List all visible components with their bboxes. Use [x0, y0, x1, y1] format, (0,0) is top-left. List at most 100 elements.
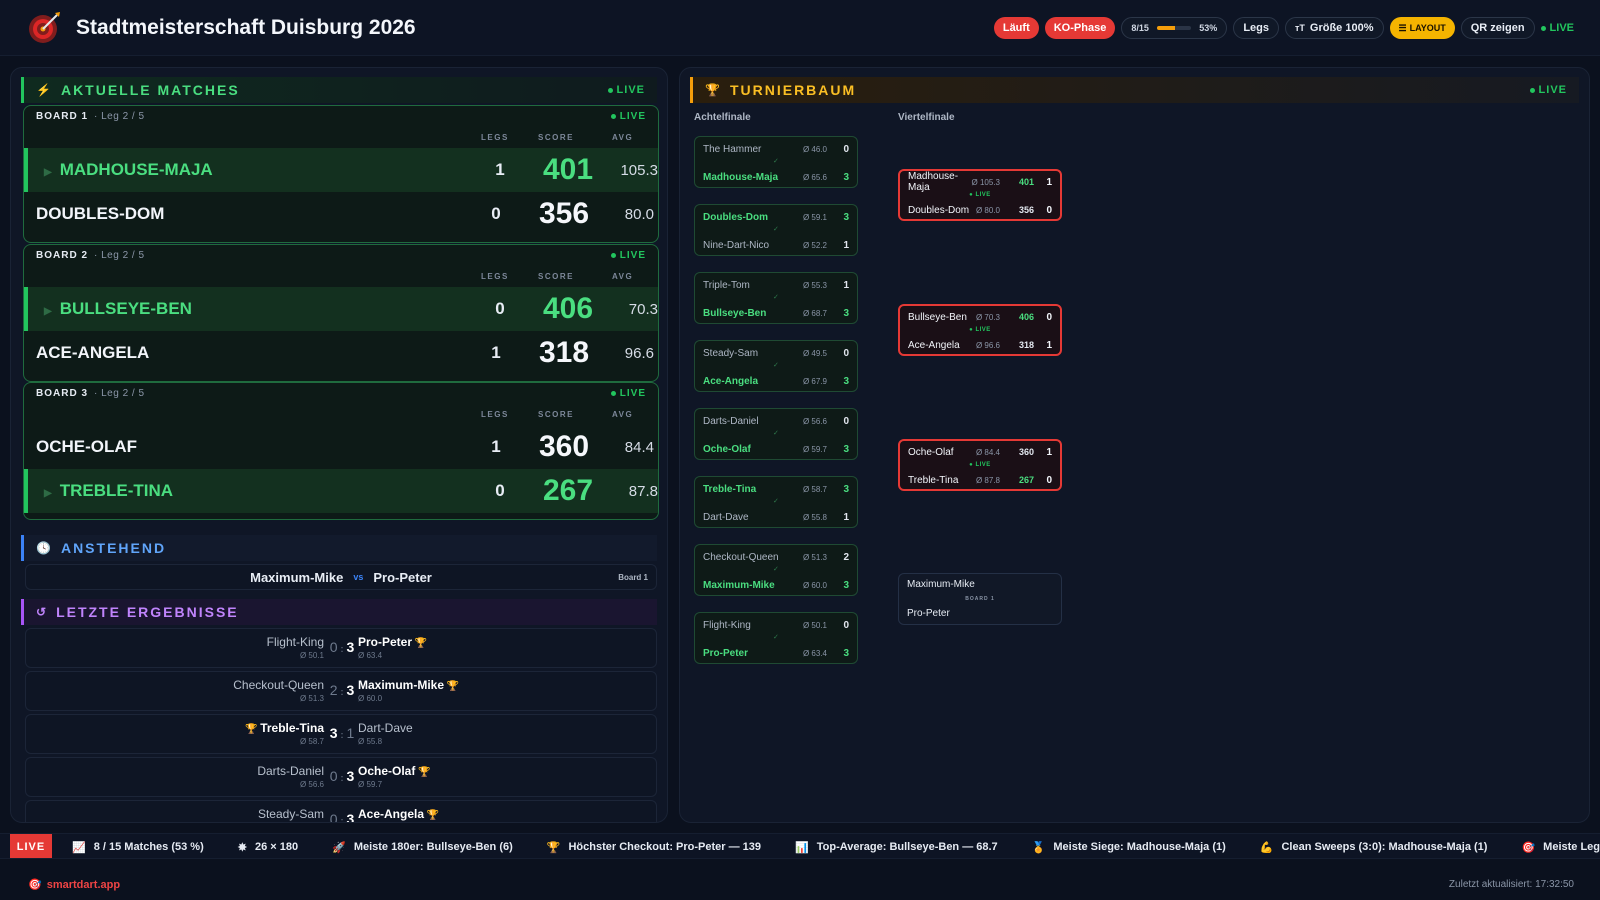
result-row[interactable]: Steady-SamØ 49.50:3Ace-Angela 🏆Ø 67.9: [25, 800, 657, 823]
player-name: DOUBLES-DOM: [36, 204, 164, 224]
results-title: LETZTE ERGEBNISSE: [56, 604, 239, 620]
bracket-match-r16[interactable]: The Hammer Ø 46.0 0 Madhouse-Maja Ø 65.6 3 ✓: [694, 136, 858, 188]
player-name: ▶ TREBLE-TINA: [44, 481, 173, 501]
ticker-text: 8 / 15 Matches (53 %): [93, 841, 204, 853]
bracket-player-row: Bullseye-Ben Ø 70.3 406 0: [908, 310, 1052, 324]
upcoming-player-1: Maximum-Mike: [250, 569, 344, 585]
bracket-player-score: 360: [1018, 447, 1034, 457]
bracket-player-row: Oche-Olaf Ø 84.4 360 1: [908, 445, 1052, 459]
bracket-player-name: Ace-Angela: [703, 375, 759, 387]
player-legs: 1: [495, 160, 505, 179]
bracket-match-pending[interactable]: Maximum-Mike BOARD 1 Pro-Peter: [898, 573, 1062, 625]
last-updated: Zuletzt aktualisiert: 17:32:50: [1448, 879, 1574, 890]
player-score: 360: [538, 430, 590, 463]
result-left-name-text: Treble-Tina: [260, 721, 324, 735]
ticker-item: 🎯 Meiste Legs gewo: [1521, 841, 1600, 854]
board-card[interactable]: BOARD 1 · Leg 2 / 5 LIVE LEGS SCORE AVG ▶ MADHO…: [23, 105, 659, 243]
bracket-player-legs: 0: [1046, 204, 1052, 216]
player-score: 318: [538, 336, 590, 369]
result-right: Pro-Peter 🏆 Ø 63.4: [358, 635, 427, 660]
qr-button[interactable]: QR zeigen: [1460, 17, 1535, 39]
result-left: Flight-King Ø 50.1: [267, 635, 324, 660]
brand-link[interactable]: 🎯 smartdart.app: [28, 878, 120, 892]
bracket-player-name: Steady-Sam: [703, 347, 759, 359]
results-header: ↺ LETZTE ERGEBNISSE: [21, 599, 657, 625]
bracket-player-row: Treble-Tina Ø 58.7 3: [703, 482, 849, 496]
round-label-r16: Achtelfinale: [694, 112, 751, 123]
bracket-player-row: Triple-Tom Ø 55.3 1: [703, 278, 849, 292]
upcoming-match[interactable]: Maximum-Mike vs Pro-Peter Board 1: [25, 564, 657, 590]
result-left-name-text: Darts-Daniel: [257, 764, 324, 778]
result-score: 0:3: [322, 811, 362, 823]
bracket-match-r16[interactable]: Doubles-Dom Ø 59.1 3 Nine-Dart-Nico Ø 52.2 1 ✓: [694, 204, 858, 256]
medal-icon: 🏅: [1031, 841, 1046, 854]
player-score: 401: [542, 153, 594, 186]
result-right-score: 3: [346, 811, 355, 823]
player-name-text: BULLSEYE-BEN: [59, 299, 192, 318]
result-row[interactable]: 🏆 Treble-Tina Ø 58.7 3:1 Dart-Dave Ø 55.8: [25, 714, 657, 754]
result-left-name: Steady-Sam: [258, 807, 324, 821]
player-avg: 105.3: [620, 161, 658, 179]
result-row[interactable]: Checkout-Queen Ø 51.3 2:3 Maximum-Mike 🏆 Ø 6…: [25, 671, 657, 711]
result-right-score: 3: [346, 639, 355, 655]
progress-percent: 53%: [1199, 23, 1218, 33]
bracket-player-name: Pro-Peter: [703, 647, 749, 659]
top-header: Stadtmeisterschaft Duisburg 2026 Läuft K…: [0, 0, 1600, 56]
bracket-player-row: Nine-Dart-Nico Ø 52.2 1: [703, 238, 849, 252]
board-live-badge: LIVE: [610, 111, 646, 122]
bracket-match-r16[interactable]: Checkout-Queen Ø 51.3 2 Maximum-Mike Ø 60.0 3…: [694, 544, 858, 596]
progress-bar: [1156, 26, 1192, 30]
live-label: LIVE: [1549, 22, 1574, 34]
result-right-avg: Ø 55.8: [358, 737, 383, 746]
result-row[interactable]: Flight-King Ø 50.1 0:3 Pro-Peter 🏆 Ø 63.4: [25, 628, 657, 668]
bracket-player-name: Oche-Olaf: [908, 446, 954, 458]
board-card[interactable]: BOARD 3 · Leg 2 / 5 LIVE LEGS SCORE AVG OCHE-O…: [23, 382, 659, 520]
result-left-score: 3: [329, 725, 338, 741]
bracket-player-name: Checkout-Queen: [703, 551, 779, 563]
result-row[interactable]: Darts-Daniel Ø 56.6 0:3 Oche-Olaf 🏆 Ø 59.7: [25, 757, 657, 797]
live-dot-icon: [610, 253, 616, 258]
size-label: Größe 100%: [1309, 22, 1374, 34]
col-score-header: SCORE: [538, 272, 574, 281]
trophy-icon: 🏆: [444, 681, 460, 692]
player-name-text: DOUBLES-DOM: [36, 204, 165, 223]
col-avg-header: AVG: [612, 272, 634, 281]
bracket-player-legs: 3: [843, 647, 849, 659]
advance-check-icon: ✓: [773, 498, 779, 505]
result-left: Steady-SamØ 49.5: [258, 807, 324, 822]
ticker-live-badge: LIVE: [10, 834, 52, 858]
trophy-icon: 🏆: [705, 83, 722, 97]
col-legs-header: LEGS: [481, 410, 509, 419]
player-row: DOUBLES-DOM 0 356 80.0: [24, 192, 658, 236]
bracket-player-row: Doubles-Dom Ø 59.1 3: [703, 210, 849, 224]
bracket-match-qf[interactable]: Madhouse-Maja Ø 105.3 401 1 Doubles-Dom Ø 80.…: [898, 169, 1062, 221]
bracket-player-legs: 1: [843, 239, 849, 251]
bracket-player-score: 318: [1018, 340, 1034, 350]
player-legs: 0: [491, 204, 501, 223]
result-right-name: Pro-Peter 🏆: [358, 635, 427, 649]
leg-info: · Leg 2 / 5: [94, 111, 145, 122]
bracket-match-r16[interactable]: Triple-Tom Ø 55.3 1 Bullseye-Ben Ø 68.7 3 ✓: [694, 272, 858, 324]
bracket-player-row: The Hammer Ø 46.0 0: [703, 142, 849, 156]
result-left-score: 2: [329, 682, 338, 698]
bracket-match-qf[interactable]: Bullseye-Ben Ø 70.3 406 0 Ace-Angela Ø 96.6 31…: [898, 304, 1062, 356]
bracket-match-r16[interactable]: Steady-Sam Ø 49.5 0 Ace-Angela Ø 67.9 3 ✓: [694, 340, 858, 392]
result-right-name-text: Dart-Dave: [358, 721, 413, 735]
result-left: 🏆 Treble-Tina Ø 58.7: [245, 721, 324, 746]
layout-button[interactable]: ☰ LAYOUT: [1389, 17, 1455, 39]
bracket-player-avg: Ø 87.8: [975, 475, 1000, 485]
bracket-player-avg: Ø 84.4: [975, 447, 1000, 457]
bracket-player-avg: Ø 49.5: [802, 348, 827, 358]
result-right-score: 3: [346, 682, 355, 698]
ticker-text: Meiste Siege: Madhouse-Maja (1): [1053, 841, 1226, 853]
bracket-match-r16[interactable]: Treble-Tina Ø 58.7 3 Dart-Dave Ø 55.8 1 ✓: [694, 476, 858, 528]
bracket-board-label: BOARD 1: [965, 596, 995, 602]
bracket-match-r16[interactable]: Flight-King Ø 50.1 0 Pro-Peter Ø 63.4 3 ✓: [694, 612, 858, 664]
footer: 🎯 smartdart.app Zuletzt aktualisiert: 17…: [0, 870, 1600, 900]
size-button[interactable]: тT Größe 100%: [1285, 17, 1384, 39]
leg-info: · Leg 2 / 5: [94, 250, 145, 261]
legs-toggle-button[interactable]: Legs: [1233, 17, 1279, 39]
bracket-match-qf[interactable]: Oche-Olaf Ø 84.4 360 1 Treble-Tina Ø 87.8 267 0…: [898, 439, 1062, 491]
board-card[interactable]: BOARD 2 · Leg 2 / 5 LIVE LEGS SCORE AVG ▶ BULLS…: [23, 244, 659, 382]
bracket-match-r16[interactable]: Darts-Daniel Ø 56.6 0 Oche-Olaf Ø 59.7 3 ✓: [694, 408, 858, 460]
